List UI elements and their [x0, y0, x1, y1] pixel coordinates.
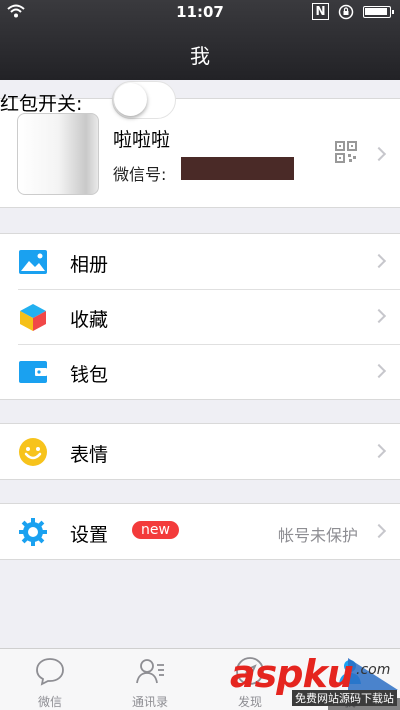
menu-item-label: 设置 — [70, 524, 109, 546]
wechat-id-redacted — [181, 157, 294, 180]
photo-album-icon — [19, 250, 47, 274]
chevron-right-icon — [371, 308, 387, 324]
menu-item-label: 表情 — [70, 444, 109, 466]
battery-icon — [363, 6, 394, 18]
menu-item-settings[interactable]: 设置 new 帐号未保护 — [0, 504, 400, 559]
hongbao-toggle[interactable] — [112, 81, 176, 119]
contacts-icon — [136, 659, 164, 684]
avatar[interactable] — [17, 113, 99, 195]
menu-group-3: 设置 new 帐号未保护 — [0, 503, 400, 560]
wechat-id-label: 微信号: — [113, 165, 167, 184]
page-title: 我 — [190, 44, 210, 68]
navigation-bar: 11:07 N 我 — [0, 0, 400, 80]
chevron-right-icon — [371, 523, 387, 539]
qr-code-icon[interactable] — [335, 141, 357, 163]
menu-item-wallet[interactable]: 钱包 — [0, 344, 400, 399]
nfc-n-icon: N — [312, 3, 329, 20]
tab-label: 通讯录 — [131, 695, 168, 709]
chat-bubble-icon — [36, 658, 64, 686]
rotation-lock-icon — [338, 4, 354, 20]
toggle-knob — [114, 83, 147, 116]
chevron-right-icon — [371, 443, 387, 459]
tab-contacts[interactable]: 通讯录 — [100, 649, 200, 710]
favorites-cube-icon — [20, 304, 46, 331]
menu-group-2: 表情 — [0, 423, 400, 480]
gear-icon — [19, 518, 47, 546]
new-badge: new — [132, 521, 179, 539]
account-protection-hint: 帐号未保护 — [277, 526, 358, 545]
menu-group-1: 相册 收藏 钱包 — [0, 233, 400, 400]
menu-item-label: 收藏 — [70, 309, 109, 331]
chevron-right-icon — [371, 363, 387, 379]
menu-item-label: 钱包 — [70, 364, 109, 386]
menu-item-favorites[interactable]: 收藏 — [0, 289, 400, 344]
watermark-slogan: 免费网站源码下载站 — [292, 690, 397, 706]
chevron-right-icon — [371, 146, 387, 162]
tab-label: 微信 — [37, 695, 62, 709]
menu-item-stickers[interactable]: 表情 — [0, 424, 400, 479]
wallet-icon — [19, 361, 47, 383]
hongbao-switch-label: 红包开关: — [0, 93, 83, 115]
chevron-right-icon — [371, 253, 387, 269]
nickname: 啦啦啦 — [113, 129, 171, 151]
tab-chats[interactable]: 微信 — [0, 649, 100, 710]
menu-item-album[interactable]: 相册 — [0, 234, 400, 289]
status-bar: 11:07 N — [0, 0, 400, 24]
smiley-icon — [19, 438, 47, 466]
menu-item-label: 相册 — [70, 254, 109, 276]
watermark-tld: .com — [356, 662, 391, 678]
